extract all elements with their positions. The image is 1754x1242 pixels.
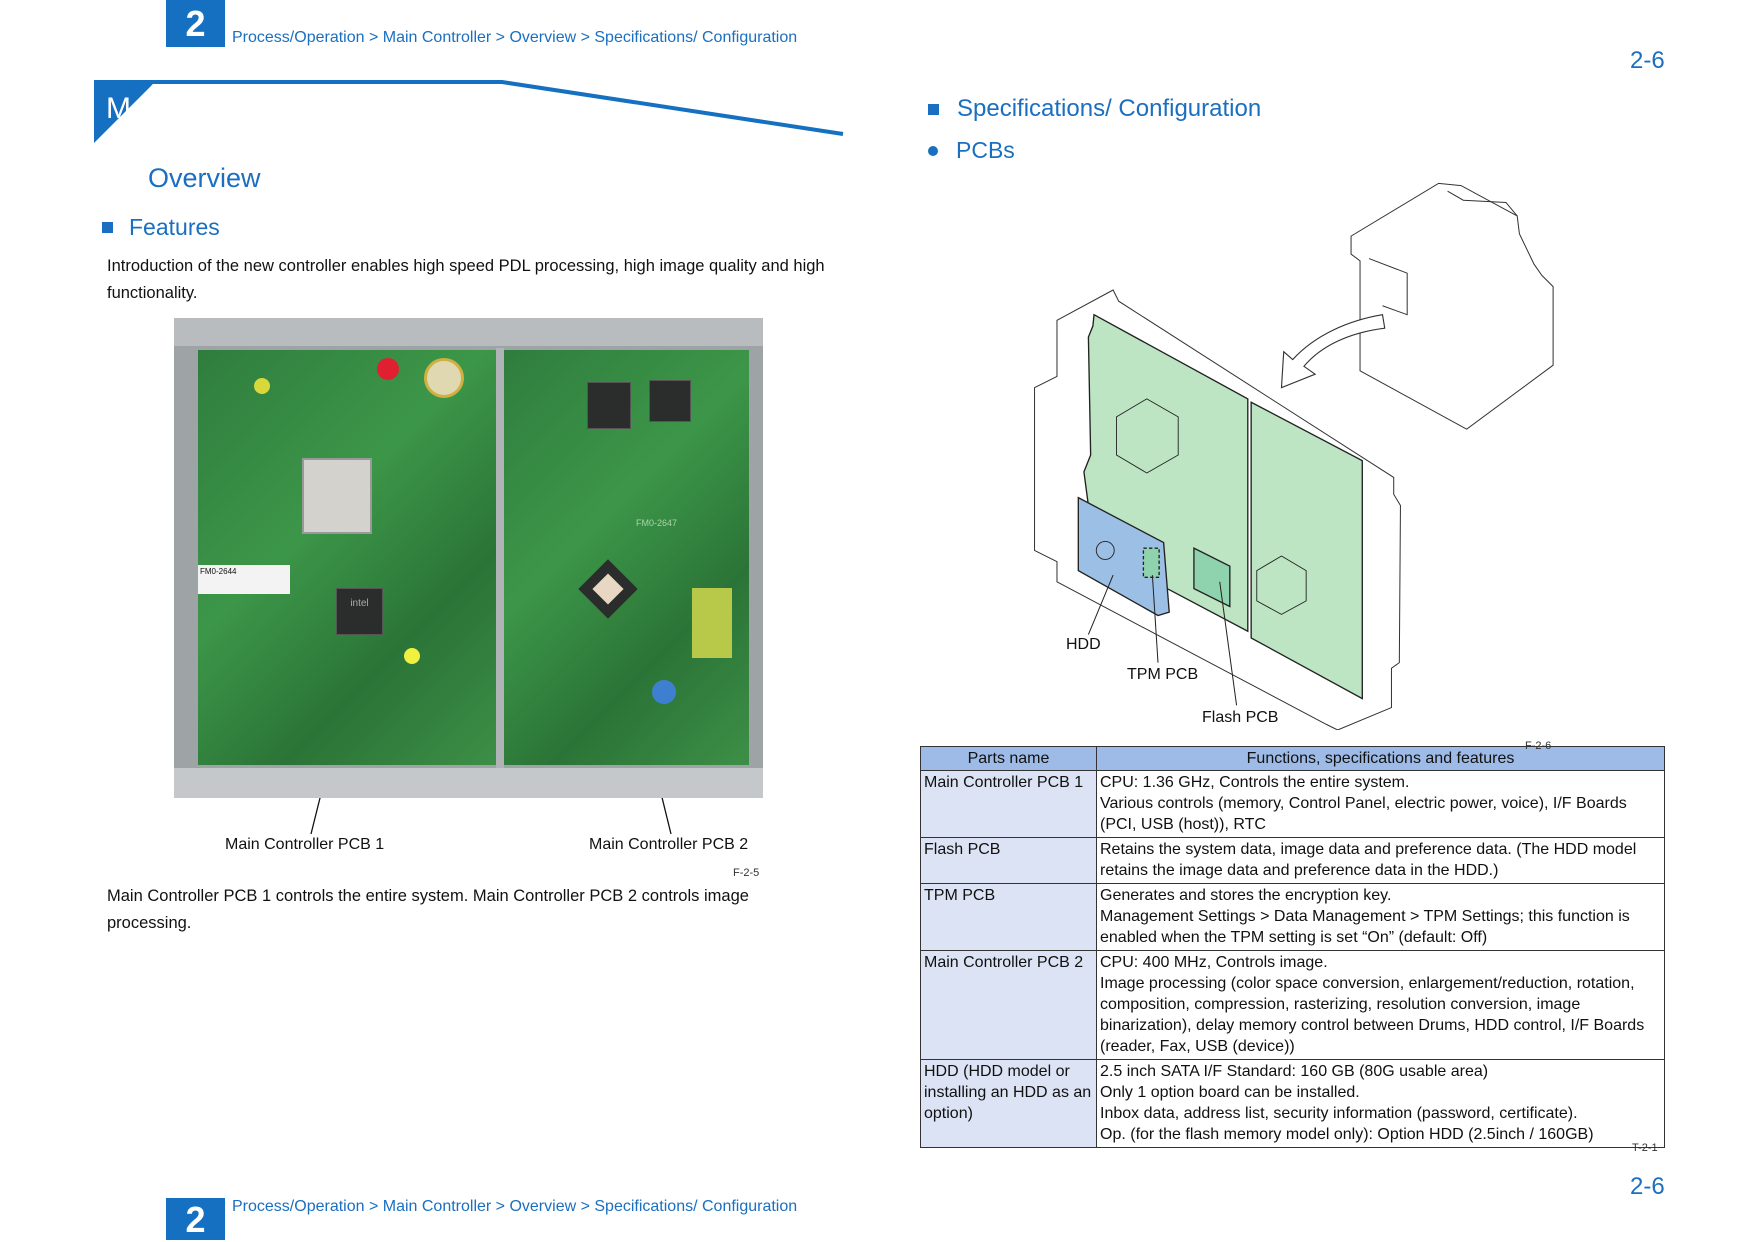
function-line: CPU: 1.36 GHz, Controls the entire syste… — [1100, 774, 1410, 791]
table-row: Main Controller PCB 1 CPU: 1.36 GHz, Con… — [920, 770, 1665, 838]
column-header-functions: Functions, specifications and features — [1096, 746, 1665, 771]
footer-breadcrumb[interactable]: Process/Operation > Main Controller > Ov… — [232, 1198, 797, 1216]
function-cell: CPU: 1.36 GHz, Controls the entire syste… — [1096, 770, 1665, 838]
round-bullet-icon — [928, 145, 938, 156]
label-tpm-pcb: TPM PCB — [1127, 666, 1199, 683]
function-line: Various controls (memory, Control Panel,… — [1100, 795, 1627, 833]
column-header-parts-name: Parts name — [920, 746, 1097, 771]
footer-page-number: 2-6 — [1630, 1173, 1665, 1200]
function-cell: Generates and stores the encryption key.… — [1096, 883, 1665, 951]
function-line: Management Settings > Data Management > … — [1100, 908, 1630, 946]
table-row: TPM PCB Generates and stores the encrypt… — [920, 883, 1665, 951]
function-cell: 2.5 inch SATA I/F Standard: 160 GB (80G … — [1096, 1059, 1665, 1148]
specs-heading: Specifications/ Configuration — [928, 95, 1261, 123]
part-name-cell: Main Controller PCB 2 — [920, 950, 1097, 1060]
title-bar-line — [94, 80, 844, 136]
footer-chapter-badge: 2 — [166, 1198, 225, 1240]
part-name-cell: TPM PCB — [920, 883, 1097, 951]
function-line: Op. (for the flash memory model only): O… — [1100, 1126, 1594, 1143]
function-line: Inbox data, address list, security infor… — [1100, 1105, 1578, 1122]
table-header-row: Parts name Functions, specifications and… — [920, 746, 1665, 771]
board-label-2: FM0-2647 — [636, 518, 678, 528]
page-title: Overview — [148, 163, 261, 193]
controller-unit — [1350, 182, 1554, 430]
table-id: T-2-1 — [1632, 1142, 1658, 1154]
heatsink — [302, 458, 372, 534]
pcbs-subheading: PCBs — [928, 137, 1015, 164]
description-paragraph: Main Controller PCB 1 controls the entir… — [107, 887, 749, 932]
label-hdd: HDD — [1066, 636, 1101, 653]
function-line: Generates and stores the encryption key. — [1100, 887, 1392, 904]
label-flash-pcb: Flash PCB — [1202, 709, 1279, 726]
features-heading-text: Features — [129, 214, 220, 240]
function-cell: Retains the system data, image data and … — [1096, 837, 1665, 884]
part-name-cell: HDD (HDD model or installing an HDD as a… — [920, 1059, 1097, 1148]
table-row: HDD (HDD model or installing an HDD as a… — [920, 1059, 1665, 1148]
table-row: Flash PCB Retains the system data, image… — [920, 837, 1665, 884]
figure-id-f-2-5: F-2-5 — [733, 867, 760, 879]
function-cell: CPU: 400 MHz, Controls image. Image proce… — [1096, 950, 1665, 1060]
intro-paragraph: Introduction of the new controller enabl… — [107, 257, 825, 302]
specifications-table: Parts name Functions, specifications and… — [920, 746, 1665, 1148]
figure-id-f-2-6: F-2-6 — [1525, 740, 1552, 752]
function-line: Image processing (color space conversion… — [1100, 975, 1645, 1055]
label-main-controller-pcb-1: Main Controller PCB 1 — [225, 836, 385, 853]
features-heading: Features — [102, 214, 220, 241]
function-line: 2.5 inch SATA I/F Standard: 160 GB (80G … — [1100, 1063, 1489, 1080]
label-main-controller-pcb-2: Main Controller PCB 2 — [589, 836, 749, 853]
controller-photo: intel FM0-2644 FM0-2647 — [174, 318, 763, 798]
square-bullet-icon — [928, 103, 939, 115]
part-name-cell: Flash PCB — [920, 837, 1097, 884]
table-row: Main Controller PCB 2 CPU: 400 MHz, Cont… — [920, 950, 1665, 1060]
specs-heading-text: Specifications/ Configuration — [957, 95, 1262, 122]
pcb-layout-diagram — [1034, 182, 1554, 730]
part-name-cell: Main Controller PCB 1 — [920, 770, 1097, 838]
section-letter: M — [106, 92, 131, 125]
cpu-chip: intel — [336, 588, 383, 635]
square-bullet-icon — [102, 222, 113, 233]
function-line: CPU: 400 MHz, Controls image. — [1100, 954, 1328, 971]
pcbs-subheading-text: PCBs — [956, 137, 1015, 163]
function-line: Retains the system data, image data and … — [1100, 841, 1637, 879]
tpm-pcb — [1142, 547, 1160, 579]
board-label-1: FM0-2644 — [198, 565, 290, 594]
function-line: Only 1 option board can be installed. — [1100, 1084, 1360, 1101]
